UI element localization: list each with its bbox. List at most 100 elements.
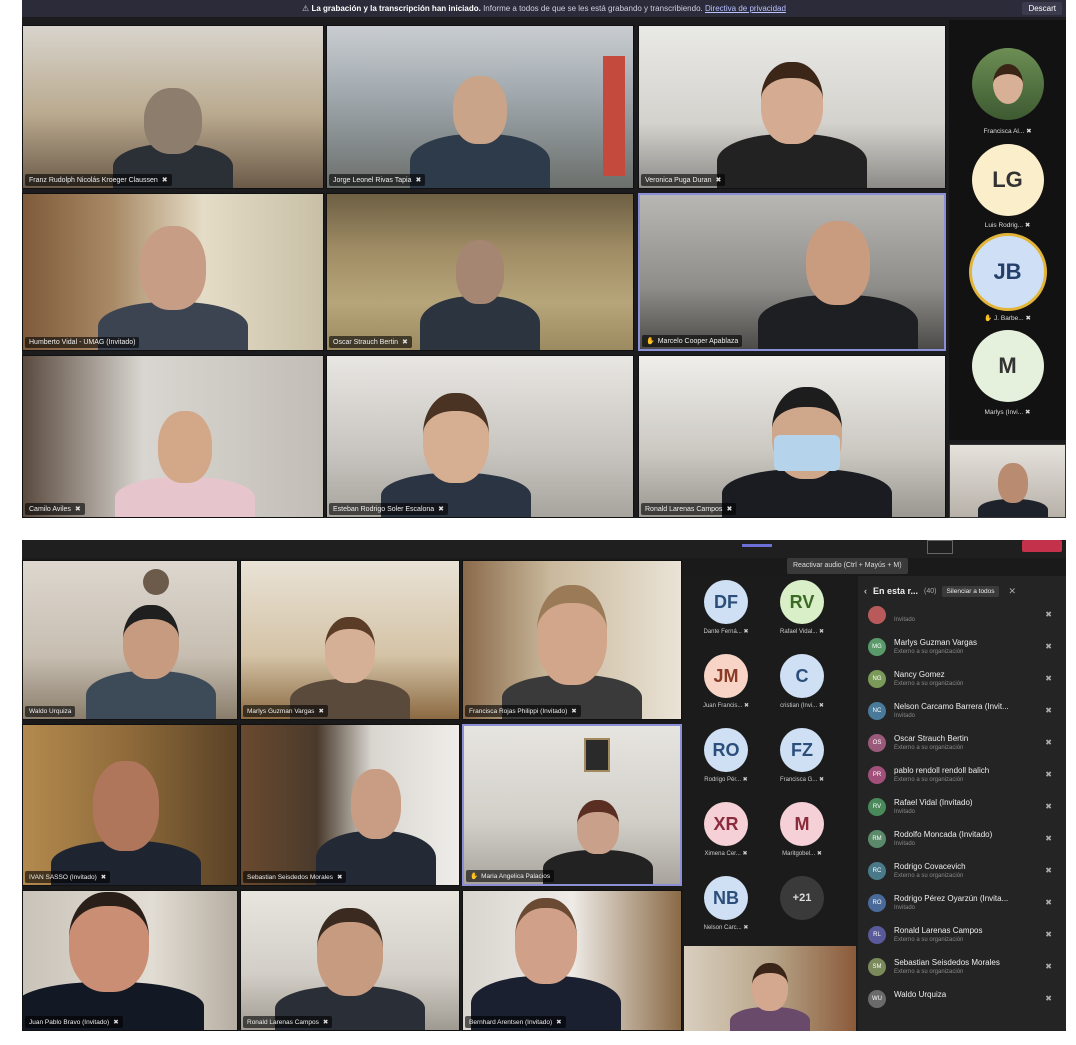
video-tile[interactable]: Bernhard Arentsen (Invitado) ✖ <box>462 890 682 1031</box>
roster-label: Rafael Vidal... ✖ <box>780 629 824 635</box>
video-tile[interactable]: Juan Pablo Bravo (Invitado) ✖ <box>22 890 238 1031</box>
video-tile[interactable]: Waldo Urquiza <box>22 560 238 720</box>
participant-avatar: MG <box>868 638 886 656</box>
participant-name: Nelson Carcamo Barrera (Invit... <box>894 702 1009 711</box>
participant-avatar: RL <box>868 926 886 944</box>
participant-name: Esteban Rodrigo Soler Escalona ✖ <box>329 503 449 515</box>
top-bar <box>22 540 1066 558</box>
participant-row[interactable]: RV Rafael Vidal (Invitado) Invitado ✖ <box>868 792 1060 824</box>
video-tile[interactable]: Esteban Rodrigo Soler Escalona ✖ <box>326 355 634 518</box>
clock-icon <box>143 569 169 595</box>
participant-name: Veronica Puga Duran ✖ <box>641 174 726 186</box>
participant-row[interactable]: RC Rodrigo Covacevich Externo a su organiz… <box>868 856 1060 888</box>
video-tile[interactable]: Camilo Aviles ✖ <box>22 355 324 518</box>
participant-avatar: RO <box>868 894 886 912</box>
participant-row[interactable]: SM Sebastian Seisdedos Morales Externo a s… <box>868 952 1060 984</box>
roster-label: Juan Francis... ✖ <box>702 703 750 709</box>
mic-muted-icon: ✖ <box>438 506 445 513</box>
close-icon[interactable]: ✕ <box>1009 586 1017 597</box>
participant-row[interactable]: RO Rodrigo Pérez Oyarzún (Invita... Invita… <box>868 888 1060 920</box>
avatar[interactable]: LG <box>971 144 1044 216</box>
roster-avatar[interactable]: XR <box>704 802 748 846</box>
participant-row[interactable]: RL Ronald Larenas Campos Externo a su orga… <box>868 920 1060 952</box>
participant-row[interactable]: NG Nancy Gomez Externo a su organización ✖ <box>868 664 1060 696</box>
video-tile[interactable]: Marlys Guzman Vargas ✖ <box>240 560 460 720</box>
avatar[interactable] <box>971 48 1044 120</box>
roster-avatar[interactable]: M <box>780 802 824 846</box>
video-tile[interactable]: Humberto Vidal - UMAG (Invitado) <box>22 193 324 351</box>
roster-avatar[interactable]: C <box>780 654 824 698</box>
mic-muted-icon: ✖ <box>100 874 107 881</box>
dismiss-button[interactable]: Descart <box>1022 2 1062 15</box>
participant-avatar: RV <box>868 798 886 816</box>
participant-name: pablo rendoll rendoll balich <box>894 766 990 775</box>
participant-status: Invitado <box>894 809 916 815</box>
participant-name: Nancy Gomez <box>894 670 945 679</box>
participant-avatar: RM <box>868 830 886 848</box>
participant-name: Marlys Guzman Vargas <box>894 638 977 647</box>
participant-name: ✋ Maria Angelica Palacios <box>466 870 555 882</box>
participant-name: Rodrigo Pérez Oyarzún (Invita... <box>894 894 1009 903</box>
video-tile[interactable]: Jorge Leonel Rivas Tapia ✖ <box>326 25 634 189</box>
roster-avatar[interactable]: DF <box>704 580 748 624</box>
participant-name: Juan Pablo Bravo (Invitado) ✖ <box>25 1016 123 1028</box>
participant-row[interactable]: MG Marlys Guzman Vargas Externo a su organ… <box>868 632 1060 664</box>
banner-title: La grabación y la transcripción han inic… <box>311 4 481 13</box>
roster-avatar[interactable]: FZ <box>780 728 824 772</box>
participant-avatar: NG <box>868 670 886 688</box>
video-tile[interactable]: IVAN SASSO (Invitado) ✖ <box>22 724 238 886</box>
roster-label: Rodrigo Pér... ✖ <box>704 777 748 783</box>
participant-row[interactable]: WU Waldo Urquiza ✖ <box>868 984 1060 1016</box>
participant-row[interactable]: PR pablo rendoll rendoll balich Externo a … <box>868 760 1060 792</box>
self-view[interactable] <box>684 946 856 1031</box>
active-indicator <box>742 544 772 547</box>
mute-all-button[interactable]: Silenciar a todos <box>942 585 999 597</box>
video-tile-active-speaker[interactable]: ✋ Maria Angelica Palacios <box>462 724 682 886</box>
mic-muted-icon: ✖ <box>1024 222 1031 229</box>
participant-name: Camilo Aviles ✖ <box>25 503 85 515</box>
mic-muted-icon: ✖ <box>322 1019 329 1026</box>
back-chevron-icon[interactable]: ‹ <box>864 586 867 596</box>
video-tile[interactable]: Francisca Rojas Philippi (Invitado) ✖ <box>462 560 682 720</box>
mic-muted-icon: ✖ <box>1045 898 1052 907</box>
participant-avatar <box>868 606 886 624</box>
self-view[interactable] <box>949 444 1066 518</box>
video-tile[interactable]: Ronald Larenas Campos ✖ <box>638 355 946 518</box>
participant-status: Externo a su organización <box>894 649 964 655</box>
mic-muted-icon: ✖ <box>1045 994 1052 1003</box>
participants-panel: ‹ En esta r... (40) Silenciar a todos ✕ … <box>858 576 1066 1031</box>
mic-muted-icon: ✖ <box>571 708 577 715</box>
participant-roster: DF Dante Ferná... ✖ RV Rafael Vidal... ✖… <box>684 576 856 1031</box>
participant-name: Francisca Rojas Philippi (Invitado) ✖ <box>465 705 581 717</box>
roster-label: Francisca G... ✖ <box>779 777 825 783</box>
roster-avatar[interactable]: JM <box>704 654 748 698</box>
mic-muted-icon: ✖ <box>818 777 825 783</box>
video-tile[interactable]: Ronald Larenas Campos ✖ <box>240 890 460 1031</box>
leave-button[interactable] <box>1022 540 1062 552</box>
participant-name: IVAN SASSO (Invitado) ✖ <box>25 871 111 883</box>
participant-row[interactable]: NC Nelson Carcamo Barrera (Invit... Invita… <box>868 696 1060 728</box>
mic-muted-icon: ✖ <box>744 703 750 709</box>
participant-row[interactable]: RM Rodolfo Moncada (Invitado) Invitado ✖ <box>868 824 1060 856</box>
mic-muted-icon: ✖ <box>113 1019 119 1026</box>
mic-button[interactable] <box>927 540 953 554</box>
video-tile[interactable]: Sebastian Seisdedos Morales ✖ <box>240 724 460 886</box>
participant-row[interactable]: Invitado ✖ <box>868 600 1060 632</box>
more-participants-button[interactable]: +21 <box>780 876 824 920</box>
participant-status: Invitado <box>894 713 916 719</box>
participant-row[interactable]: OS Oscar Strauch Bertin Externo a su organ… <box>868 728 1060 760</box>
video-tile[interactable]: Oscar Strauch Bertin ✖ <box>326 193 634 351</box>
video-tile-active-speaker[interactable]: ✋ Marcelo Cooper Apablaza <box>638 193 946 351</box>
participant-count: (40) <box>924 587 937 595</box>
roster-avatar[interactable]: RV <box>780 580 824 624</box>
video-tile[interactable]: Veronica Puga Duran ✖ <box>638 25 946 189</box>
zoom-meeting-screenshot: ⚠ La grabación y la transcripción han in… <box>22 0 1066 518</box>
roster-avatar[interactable]: NB <box>704 876 748 920</box>
avatar[interactable]: M <box>971 330 1044 402</box>
mic-muted-icon: ✖ <box>743 925 749 931</box>
video-tile[interactable]: Franz Rudolph Nicolás Kroeger Claussen ✖ <box>22 25 324 189</box>
privacy-link[interactable]: Directiva de privacidad <box>705 4 786 13</box>
avatar-active-speaker[interactable]: JB <box>968 233 1047 311</box>
roster-avatar[interactable]: RO <box>704 728 748 772</box>
mic-muted-icon: ✖ <box>1045 962 1052 971</box>
